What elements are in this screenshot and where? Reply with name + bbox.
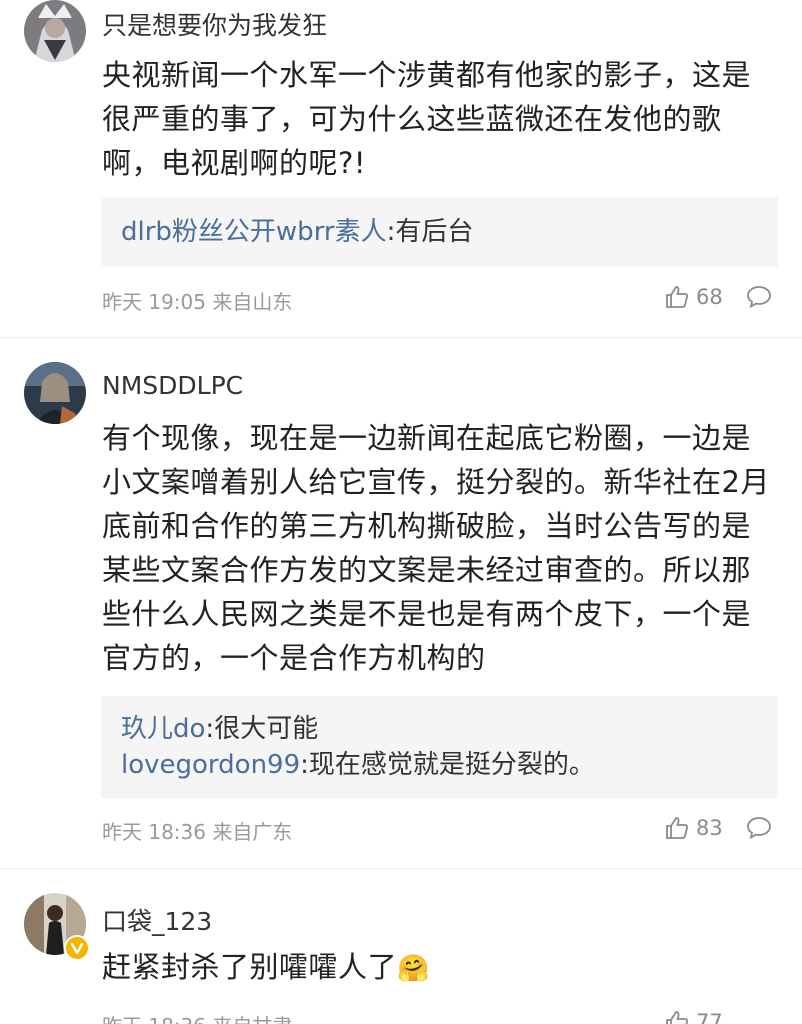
comment-item: 口袋_123 赶紧封杀了别嚯嚯人了🤗 昨天 18:36 来自甘肃 77: [0, 869, 802, 1024]
username[interactable]: 口袋_123: [102, 902, 212, 938]
reply-box[interactable]: 玖儿do:很大可能 lovegordon99:现在感觉就是挺分裂的。: [101, 696, 778, 798]
comment-item: 只是想要你为我发狂 央视新闻一个水军一个涉黄都有他家的影子，这是很严重的事了，可…: [0, 0, 802, 338]
username[interactable]: 只是想要你为我发狂: [102, 6, 327, 42]
like-button[interactable]: 68: [664, 284, 723, 310]
comment-location: 来自广东: [212, 820, 293, 844]
comment-location: 来自甘肃: [212, 1014, 292, 1024]
comment-meta: 昨天 18:36 来自甘肃: [102, 1010, 292, 1024]
reply-text: 有后台: [395, 217, 474, 247]
speech-bubble-icon: [747, 817, 771, 840]
like-count: 83: [696, 816, 723, 840]
comment-text: 有个现像，现在是一边新闻在起底它粉圈，一边是小文案噌着别人给它宣传，挺分裂的。新…: [102, 421, 770, 675]
comment-text: 赶紧封杀了别嚯嚯人了🤗: [102, 945, 772, 991]
reply-text: 很大可能: [214, 714, 319, 744]
reply-box[interactable]: dlrb粉丝公开wbrr素人:有后台: [101, 197, 778, 267]
comment-time: 昨天 19:05: [102, 290, 206, 314]
comment-item: NMSDDLPC 有个现像，现在是一边新闻在起底它粉圈，一边是小文案噌着别人给它…: [0, 338, 802, 869]
avatar[interactable]: [24, 0, 86, 62]
reply-line: lovegordon99:现在感觉就是挺分裂的。: [121, 747, 758, 783]
avatar[interactable]: [24, 362, 86, 424]
reply-separator: :: [205, 714, 215, 744]
thumbs-up-icon: [666, 1011, 688, 1024]
reply-line: dlrb粉丝公开wbrr素人:有后台: [121, 214, 758, 250]
reply-button[interactable]: [746, 285, 772, 313]
like-count: 68: [696, 285, 723, 309]
reply-separator: :: [300, 750, 309, 780]
reply-line: 玖儿do:很大可能: [121, 711, 758, 747]
thumbs-up-icon: [666, 286, 688, 308]
reply-username[interactable]: lovegordon99: [121, 750, 300, 780]
reply-text: 现在感觉就是挺分裂的。: [308, 750, 595, 780]
comment-time: 昨天 18:36: [102, 1014, 206, 1024]
speech-bubble-icon: [747, 286, 771, 309]
comment-time: 昨天 18:36: [102, 820, 206, 844]
like-count: 77: [696, 1010, 723, 1024]
comment-text-content: 赶紧封杀了别嚯嚯人了: [102, 950, 398, 984]
hug-emoji: 🤗: [397, 954, 430, 984]
reply-button[interactable]: [746, 816, 772, 844]
verified-v-badge-icon: [64, 935, 90, 961]
like-button[interactable]: 77: [664, 1009, 723, 1024]
comment-text: 央视新闻一个水军一个涉黄都有他家的影子，这是很严重的事了，可为什么这些蓝微还在发…: [102, 58, 752, 180]
comment-meta: 昨天 18:36 来自广东: [102, 816, 292, 845]
username[interactable]: NMSDDLPC: [102, 371, 243, 400]
reply-username[interactable]: 玖儿do: [121, 714, 205, 744]
like-button[interactable]: 83: [664, 815, 723, 841]
thumbs-up-icon: [666, 817, 688, 839]
comment-meta: 昨天 19:05 来自山东: [102, 286, 292, 315]
comment-location: 来自山东: [212, 290, 293, 314]
reply-username[interactable]: dlrb粉丝公开wbrr素人: [121, 217, 387, 247]
